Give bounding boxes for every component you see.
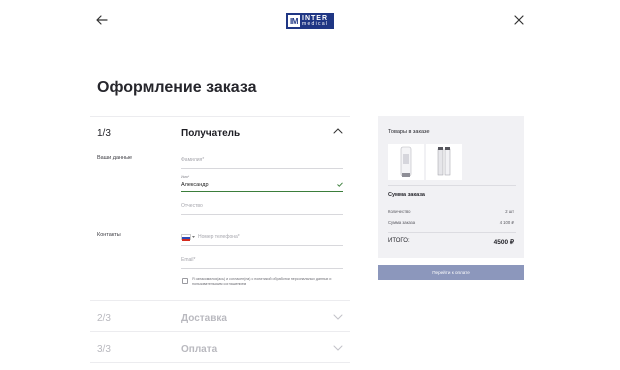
name-field[interactable] — [181, 191, 343, 192]
page-title: Оформление заказа — [97, 79, 257, 96]
email-placeholder: Email* — [181, 257, 196, 263]
qty-value: 2 шт — [505, 209, 514, 214]
section-label-contacts: Контакты — [97, 232, 121, 238]
logo-mark: IM — [288, 15, 300, 27]
total-label: ИТОГО: — [388, 238, 410, 244]
name-label: Имя* — [181, 175, 190, 179]
product-thumbnail[interactable] — [388, 144, 424, 180]
email-field[interactable] — [181, 268, 343, 269]
step-2-title[interactable]: Доставка — [181, 313, 227, 324]
divider — [90, 116, 350, 117]
divider — [90, 300, 350, 301]
back-arrow-icon[interactable] — [95, 13, 109, 27]
summary-divider — [388, 185, 516, 186]
summary-divider — [388, 232, 516, 233]
section-label-personal: Ваши данные — [97, 155, 133, 161]
chevron-down-icon[interactable] — [192, 236, 195, 238]
product-bottle-icon — [437, 147, 451, 176]
patronymic-placeholder: Отчество — [181, 203, 203, 209]
divider — [90, 362, 350, 363]
sum-title: Сумма заказа — [388, 192, 425, 198]
order-summary-panel: Товары в заказе Сумма заказа Количество … — [378, 116, 524, 258]
step-3-title[interactable]: Оплата — [181, 344, 217, 355]
product-thumbnail[interactable] — [426, 144, 462, 180]
product-tube-icon — [400, 146, 412, 177]
check-icon — [337, 182, 343, 187]
proceed-to-payment-button[interactable]: Перейти к оплате — [378, 265, 524, 280]
chevron-down-icon[interactable] — [333, 314, 343, 320]
chevron-up-icon[interactable] — [333, 128, 343, 134]
order-sum-label: Сумма заказа — [388, 220, 416, 225]
consent-text: Я ознакомился(ась) и согласен(на) с поли… — [192, 277, 332, 286]
logo-word-medical: medical — [302, 21, 329, 27]
qty-label: Количество — [388, 209, 411, 214]
close-icon[interactable] — [512, 13, 526, 27]
logo-wordmark: INTER medical — [302, 15, 328, 27]
russia-flag-icon[interactable] — [181, 234, 191, 241]
phone-field[interactable] — [181, 245, 343, 246]
consent-checkbox[interactable] — [182, 278, 188, 284]
step-1-number: 1/3 — [97, 128, 111, 139]
items-title: Товары в заказе — [388, 129, 430, 135]
name-value: Александр — [181, 182, 209, 188]
surname-field[interactable] — [181, 168, 343, 169]
brand-logo[interactable]: IM INTER medical — [286, 13, 334, 29]
step-1-title[interactable]: Получатель — [181, 128, 240, 139]
surname-placeholder: Фамилия* — [181, 157, 205, 163]
total-value: 4500 ₽ — [493, 239, 514, 246]
chevron-down-icon[interactable] — [333, 345, 343, 351]
step-3-number: 3/3 — [97, 344, 111, 355]
divider — [90, 331, 350, 332]
order-sum-value: 4 100 ₽ — [499, 220, 514, 225]
patronymic-field[interactable] — [181, 214, 343, 215]
phone-placeholder: Номер телефона* — [198, 234, 240, 240]
step-2-number: 2/3 — [97, 313, 111, 324]
